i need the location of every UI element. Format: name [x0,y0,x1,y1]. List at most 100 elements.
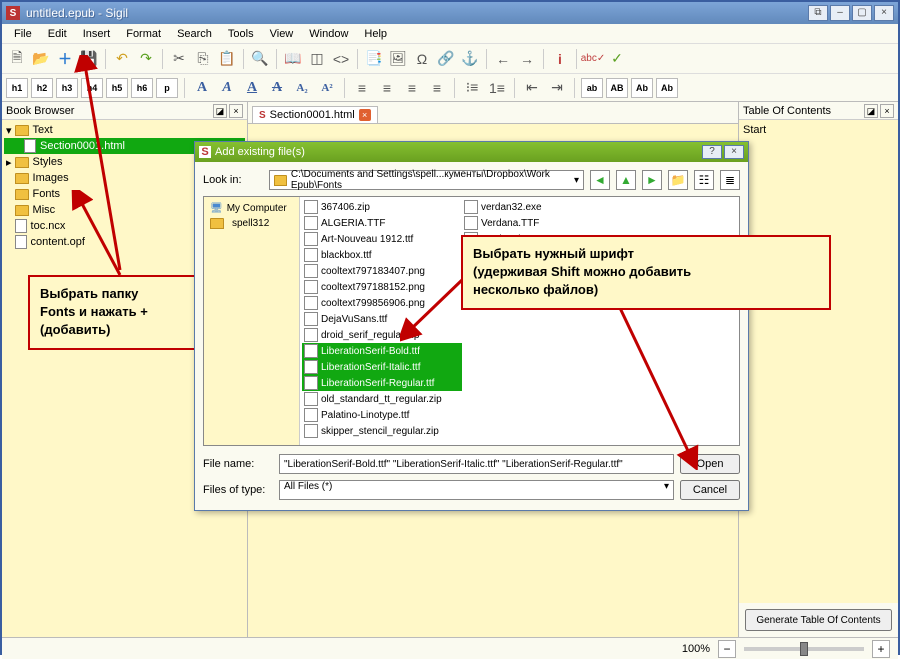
outdent-icon[interactable]: ⇤ [521,77,543,99]
view-list-icon[interactable]: ☷ [694,170,714,190]
character-icon[interactable]: Ω [411,48,433,70]
file-icon [304,408,318,422]
dialog-help-icon[interactable]: ? [702,145,722,159]
toc-start-item[interactable]: Start [743,124,894,136]
file-entry[interactable]: blackbox.ttf [302,247,462,263]
arrow-to-open-button [610,300,710,470]
file-icon [304,392,318,406]
toc-close-icon[interactable]: × [880,104,894,118]
menu-view[interactable]: View [262,26,302,42]
back-icon[interactable]: ← [492,48,514,70]
cancel-button[interactable]: Cancel [680,480,740,500]
h1-button[interactable]: h1 [6,78,28,98]
file-entry[interactable]: LiberationSerif-Bold.ttf [302,343,462,359]
menu-format[interactable]: Format [118,26,169,42]
nav-up-icon[interactable]: ▲ [616,170,636,190]
cut-icon[interactable]: ✂ [168,48,190,70]
metadata-icon[interactable]: i [549,48,571,70]
file-icon [304,264,318,278]
titlecase-button[interactable]: Ab [631,78,653,98]
files-of-type-label: Files of type: [203,484,273,496]
panel-close-icon[interactable]: × [229,104,243,118]
editor-tab[interactable]: S Section0001.html × [252,106,378,123]
file-icon [304,424,318,438]
nav-forward-icon[interactable]: ► [642,170,662,190]
uppercase-button[interactable]: AB [606,78,628,98]
subscript-icon[interactable]: A₂ [291,78,313,98]
menu-window[interactable]: Window [301,26,356,42]
look-in-path[interactable]: C:\Documents and Settings\spell...кумент… [269,170,584,190]
close-button[interactable]: × [874,5,894,21]
file-entry[interactable]: old_standard_tt_regular.zip [302,391,462,407]
anchor-icon[interactable]: ⚓ [459,48,481,70]
file-entry[interactable]: skipper_stencil_regular.zip [302,423,462,439]
open-icon[interactable]: 📂 [30,48,52,70]
tab-label: Section0001.html [270,109,355,121]
dock-button[interactable]: ⧉ [808,5,828,21]
window-titlebar: S untitled.epub - Sigil ⧉ ‒ ▢ × [2,2,898,24]
image-icon[interactable]: 🖼 [387,48,409,70]
validate-icon[interactable]: ✓ [606,48,628,70]
numbers-icon[interactable]: 1≡ [486,77,508,99]
search-icon[interactable]: 🔍 [249,48,271,70]
book-view-icon[interactable]: 📖 [282,48,304,70]
align-center-icon[interactable]: ≡ [376,77,398,99]
split-section-icon[interactable]: 📑 [363,48,385,70]
code-view-icon[interactable]: <> [330,48,352,70]
sidebar-user[interactable]: spell312 [208,216,295,231]
file-entry[interactable]: 367406.zip [302,199,462,215]
lowercase-button[interactable]: ab [581,78,603,98]
file-entry[interactable]: Palatino-Linotype.ttf [302,407,462,423]
file-entry[interactable]: LiberationSerif-Italic.ttf [302,359,462,375]
forward-icon[interactable]: → [516,48,538,70]
minimize-button[interactable]: ‒ [830,5,850,21]
sidebar-mycomputer[interactable]: 🖥My Computer [208,201,295,216]
toc-float-icon[interactable]: ◪ [864,104,878,118]
align-justify-icon[interactable]: ≡ [426,77,448,99]
align-right-icon[interactable]: ≡ [401,77,423,99]
toc-title: Table Of Contents [743,105,831,117]
menu-edit[interactable]: Edit [40,26,75,42]
file-entry[interactable]: Art-Nouveau 1912.ttf [302,231,462,247]
capitalize-button[interactable]: Ab [656,78,678,98]
menu-insert[interactable]: Insert [75,26,119,42]
dialog-title: Add existing file(s) [215,146,305,158]
nav-back-icon[interactable]: ◄ [590,170,610,190]
generate-toc-button[interactable]: Generate Table Of Contents [745,609,892,631]
menu-file[interactable]: File [6,26,40,42]
superscript-icon[interactable]: A² [316,78,338,98]
file-entry[interactable]: verdan32.exe [462,199,622,215]
menu-help[interactable]: Help [356,26,395,42]
indent-icon[interactable]: ⇥ [546,77,568,99]
bullets-icon[interactable]: ⁝≡ [461,77,483,99]
file-icon [304,248,318,262]
files-of-type-select[interactable]: All Files (*)▾ [279,480,674,500]
look-in-label: Look in: [203,174,263,186]
zoom-slider[interactable] [744,647,864,651]
menu-tools[interactable]: Tools [220,26,262,42]
split-view-icon[interactable]: ◫ [306,48,328,70]
tab-close-icon[interactable]: × [359,109,371,121]
paste-icon[interactable]: 📋 [216,48,238,70]
new-icon[interactable]: 🗎 [6,48,28,70]
spellcheck-icon[interactable]: abc✓ [582,48,604,70]
link-icon[interactable]: 🔗 [435,48,457,70]
view-detail-icon[interactable]: ≣ [720,170,740,190]
dialog-close-icon[interactable]: × [724,145,744,159]
file-entry[interactable]: ALGERIA.TTF [302,215,462,231]
maximize-button[interactable]: ▢ [852,5,872,21]
bold-icon[interactable]: A [191,78,213,98]
new-folder-icon[interactable]: 📁 [668,170,688,190]
file-icon [304,280,318,294]
strike-icon[interactable]: A [266,78,288,98]
panel-float-icon[interactable]: ◪ [213,104,227,118]
align-left-icon[interactable]: ≡ [351,77,373,99]
menu-search[interactable]: Search [169,26,220,42]
file-icon [304,312,318,326]
file-entry[interactable]: LiberationSerif-Regular.ttf [302,375,462,391]
italic-icon[interactable]: A [216,78,238,98]
copy-icon[interactable]: ⎘ [192,48,214,70]
h2-button[interactable]: h2 [31,78,53,98]
underline-icon[interactable]: A [241,78,263,98]
file-entry[interactable]: Verdana.TTF [462,215,622,231]
